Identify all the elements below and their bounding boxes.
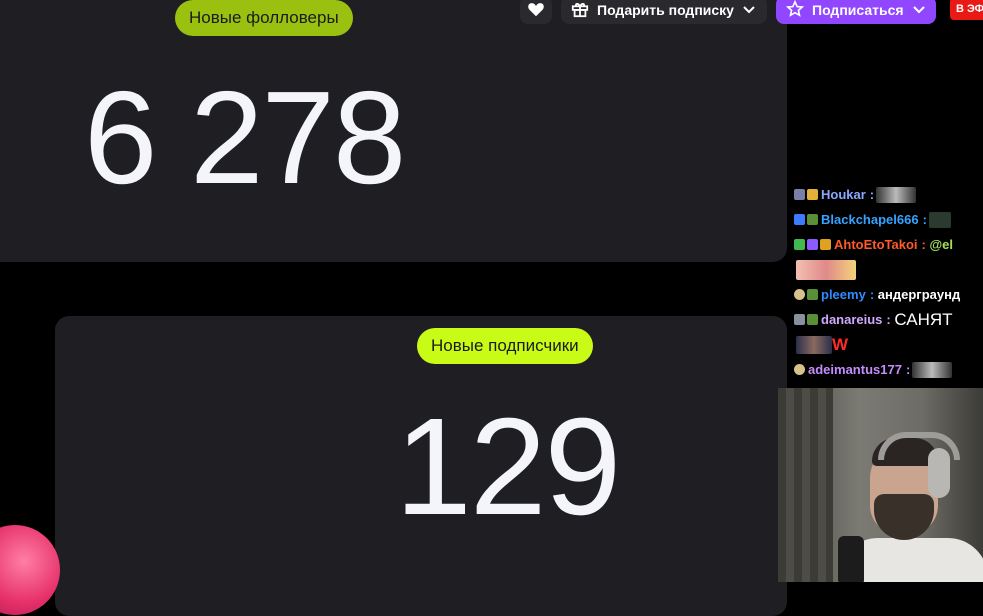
badge-icon bbox=[820, 239, 831, 250]
chat-username[interactable]: Blackchapel666 bbox=[821, 212, 919, 227]
chevron-down-icon bbox=[912, 2, 926, 18]
badge-icon bbox=[807, 214, 818, 225]
star-icon bbox=[785, 0, 805, 21]
chat-text: @el bbox=[929, 237, 954, 252]
badge-icon bbox=[794, 289, 805, 300]
chevron-down-icon bbox=[742, 2, 756, 18]
chat-emote-line bbox=[794, 257, 983, 282]
badge-icon bbox=[807, 314, 818, 325]
chat-username[interactable]: pleemy bbox=[821, 287, 866, 302]
chat-overlay: Houkar : Blackchapel666 : AhtoEtoTakoi :… bbox=[794, 182, 983, 382]
subscribe-button[interactable]: Подписаться bbox=[776, 0, 936, 24]
badge-icon bbox=[794, 214, 805, 225]
emote-icon bbox=[876, 186, 917, 203]
chat-message: adeimantus177 : bbox=[794, 357, 983, 382]
followers-label: Новые фолловеры bbox=[175, 0, 353, 36]
subscribers-count: 129 bbox=[395, 390, 621, 544]
live-badge: В ЭФ bbox=[950, 0, 983, 20]
emote-icon bbox=[796, 335, 832, 354]
badge-icon bbox=[807, 189, 818, 200]
chat-message: Blackchapel666 : bbox=[794, 207, 983, 232]
badge-icon bbox=[807, 289, 818, 300]
chat-text: андерграунд bbox=[877, 287, 961, 302]
subscribe-label: Подписаться bbox=[812, 2, 904, 18]
emote-icon bbox=[912, 361, 953, 378]
emote-icon bbox=[928, 211, 951, 228]
chat-text: W bbox=[832, 334, 849, 354]
badge-icon bbox=[794, 314, 805, 325]
badge-icon bbox=[794, 189, 805, 200]
subscribers-label: Новые подписчики bbox=[417, 328, 593, 364]
gift-label: Подарить подписку bbox=[597, 2, 734, 18]
chat-username[interactable]: AhtoEtoTakoi bbox=[834, 237, 918, 252]
chat-username[interactable]: danareius bbox=[821, 312, 882, 327]
chat-emote-line: W bbox=[794, 332, 983, 357]
decorative-blob bbox=[0, 525, 60, 615]
chat-username[interactable]: Houkar bbox=[821, 187, 866, 202]
gift-icon bbox=[571, 0, 589, 21]
chat-message: danareius : САНЯТ bbox=[794, 307, 983, 332]
chat-text: САНЯТ bbox=[894, 309, 953, 329]
chat-message: Houkar : bbox=[794, 182, 983, 207]
webcam-feed bbox=[778, 388, 983, 582]
badge-icon bbox=[807, 239, 818, 250]
gift-subscription-button[interactable]: Подарить подписку bbox=[561, 0, 767, 24]
chat-message: pleemy : андерграунд bbox=[794, 282, 983, 307]
follow-button[interactable] bbox=[520, 0, 552, 24]
badge-icon bbox=[794, 239, 805, 250]
followers-count: 6 278 bbox=[84, 64, 406, 211]
emote-icon bbox=[796, 259, 856, 280]
chat-username[interactable]: adeimantus177 bbox=[808, 362, 902, 377]
chat-message: AhtoEtoTakoi : @el bbox=[794, 232, 983, 257]
heart-icon bbox=[527, 1, 545, 20]
badge-icon bbox=[794, 364, 805, 375]
